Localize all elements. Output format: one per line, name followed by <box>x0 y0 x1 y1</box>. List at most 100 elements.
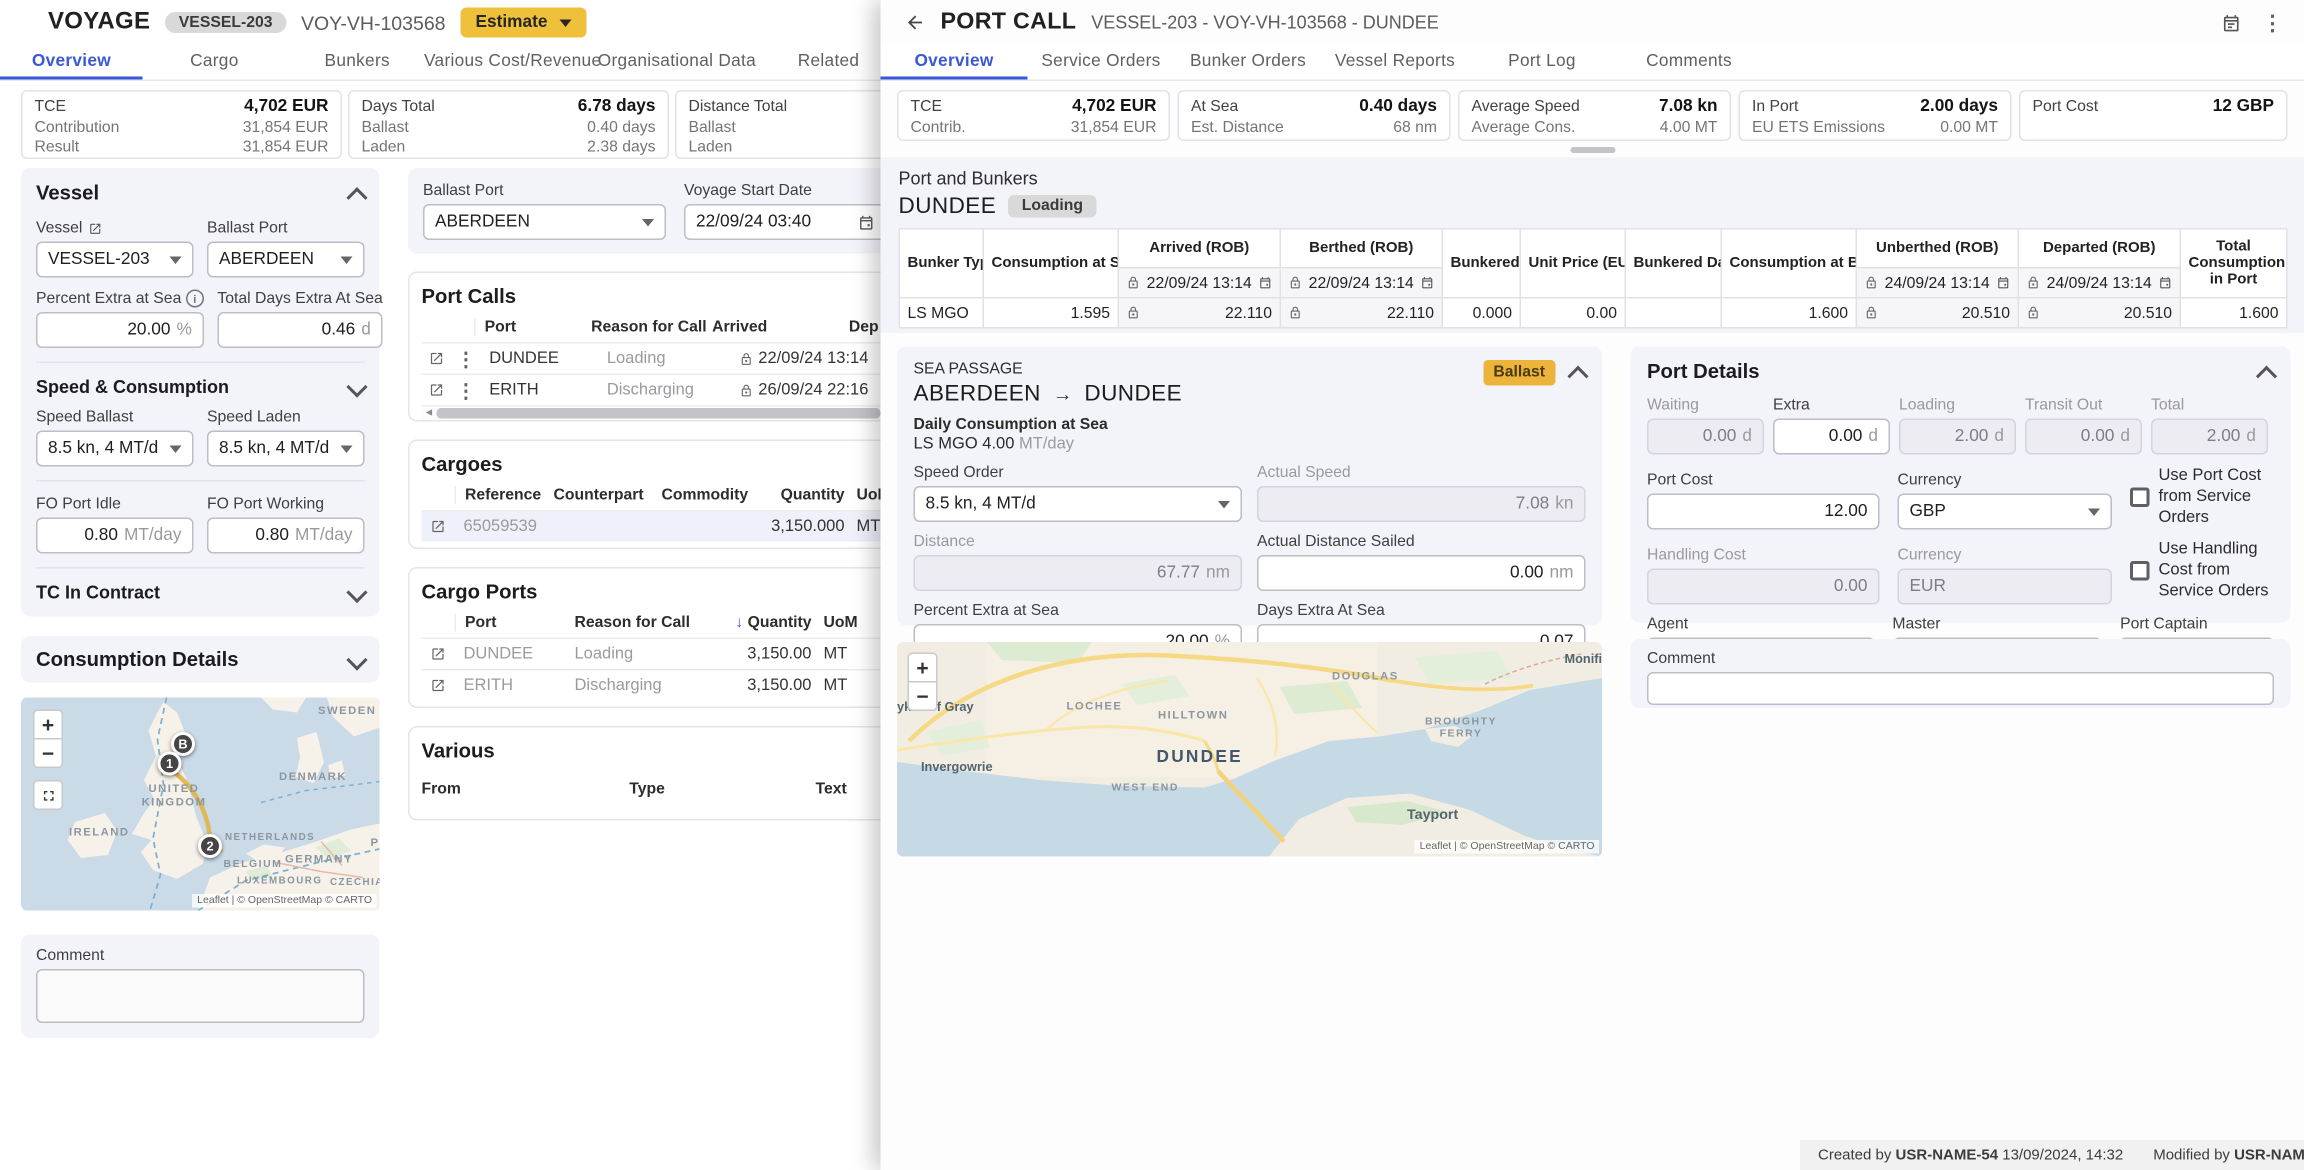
actual-speed-input: 7.08kn <box>1257 486 1586 522</box>
percent-extra-input[interactable]: 20.00% <box>36 312 204 348</box>
row-menu-icon[interactable]: ⋮ <box>452 380 481 400</box>
departed-date-cell[interactable]: 24/09/24 13:14 <box>2018 268 2180 298</box>
tab-overview[interactable]: Overview <box>0 45 143 80</box>
total-days-extra-input[interactable]: 0.46d <box>217 312 382 348</box>
stats-scrollbar-thumb[interactable] <box>1571 147 1616 153</box>
port-call-row[interactable]: ⋮ DUNDEE Loading 22/09/24 13:14 <box>422 342 902 374</box>
lock-icon <box>739 352 753 366</box>
bunkered-date-empty-cell[interactable] <box>1625 298 1721 328</box>
collapse-icon[interactable] <box>346 186 367 207</box>
tab-port-log[interactable]: Port Log <box>1469 45 1616 80</box>
tab-overview[interactable]: Overview <box>881 45 1028 80</box>
open-in-new-icon[interactable] <box>422 519 455 534</box>
chevron-down-icon <box>2088 508 2100 516</box>
actual-distance-input[interactable]: 0.00nm <box>1257 555 1586 591</box>
collapse-icon[interactable] <box>1567 366 1588 387</box>
calendar-icon[interactable] <box>1259 276 1273 290</box>
sea-passage-card: SEA PASSAGE ABERDEEN → DUNDEE Ballast Da… <box>897 347 1602 626</box>
use-handling-cost-checkbox[interactable] <box>2130 562 2150 582</box>
speed-order-select[interactable]: 8.5 kn, 4 MT/d <box>914 486 1243 522</box>
port-call-header: PORT CALL VESSEL-203 - VOY-VH-103568 - D… <box>881 0 2304 45</box>
currency-select[interactable]: GBP <box>1898 494 2113 530</box>
fo-port-working-input[interactable]: 0.80MT/day <box>207 518 365 554</box>
open-in-new-icon[interactable] <box>422 351 452 366</box>
stat-average-speed: Average Speed7.08 kn Average Cons.4.00 M… <box>1458 90 1731 141</box>
bunker-row[interactable]: LS MGO 1.595 22.110 22.110 0.000 0.00 1.… <box>899 298 2287 328</box>
expand-icon[interactable] <box>346 582 367 603</box>
speed-laden-select[interactable]: 8.5 kn, 4 MT/d <box>207 431 365 467</box>
tab-organisational-data[interactable]: Organisational Data <box>597 45 757 80</box>
open-in-new-icon[interactable] <box>422 678 455 693</box>
tab-service-orders[interactable]: Service Orders <box>1028 45 1175 80</box>
map-zoom-in-button[interactable]: + <box>33 710 63 740</box>
unberthed-date-cell[interactable]: 24/09/24 13:14 <box>1856 268 2018 298</box>
map-label-invergowrie: Invergowrie <box>921 759 993 774</box>
port-call-row[interactable]: ⋮ ERITH Discharging 26/09/24 22:16 <box>422 374 902 406</box>
tab-bunker-orders[interactable]: Bunker Orders <box>1175 45 1322 80</box>
more-menu-icon[interactable]: ⋮ <box>2262 12 2283 33</box>
tab-bunkers[interactable]: Bunkers <box>286 45 429 80</box>
tab-comments[interactable]: Comments <box>1616 45 1763 80</box>
use-port-cost-checkbox[interactable] <box>2130 488 2150 508</box>
voyage-route-map[interactable]: SWEDEN DENMARK UNITED KINGDOM IRELAND NE… <box>21 698 380 911</box>
back-arrow-icon[interactable] <box>905 12 926 33</box>
cargo-port-row[interactable]: ERITH Discharging 3,150.00 MT <box>422 669 902 701</box>
map-label-monifieth: Monifie <box>1565 651 1603 666</box>
map-zoom-out-button[interactable]: − <box>908 681 938 711</box>
distance-input: 67.77nm <box>914 555 1243 591</box>
scroll-left-icon[interactable]: ◄ <box>422 408 437 419</box>
calendar-icon[interactable] <box>858 214 875 231</box>
calendar-icon[interactable] <box>1997 276 2011 290</box>
comment-input[interactable] <box>1647 672 2274 705</box>
speed-ballast-select[interactable]: 8.5 kn, 4 MT/d <box>36 431 194 467</box>
col-arrived-rob: Arrived (ROB) <box>1118 229 1280 268</box>
calendar-icon[interactable] <box>2222 13 2242 33</box>
arrived-date-cell[interactable]: 22/09/24 13:14 <box>1118 268 1280 298</box>
tab-cargo[interactable]: Cargo <box>143 45 286 80</box>
ballast-port-select[interactable]: ABERDEEN <box>423 204 666 240</box>
tab-various-cost-revenue[interactable]: Various Cost/Revenue <box>429 45 597 80</box>
vessel-select[interactable]: VESSEL-203 <box>36 242 194 278</box>
ballast-port-select[interactable]: ABERDEEN <box>207 242 365 278</box>
fo-port-idle-input[interactable]: 0.80MT/day <box>36 518 194 554</box>
cargo-port-row[interactable]: DUNDEE Loading 3,150.00 MT <box>422 638 902 670</box>
cargo-row[interactable]: 65059539 3,150.000 MT <box>422 510 902 542</box>
row-menu-icon[interactable]: ⋮ <box>452 349 481 369</box>
voyage-start-date-input[interactable]: 22/09/24 03:40 <box>684 204 887 240</box>
col-quantity-sorted[interactable]: ↓ Quantity <box>713 614 812 632</box>
map-fullscreen-button[interactable] <box>33 780 63 810</box>
collapse-icon[interactable] <box>2256 365 2277 386</box>
map-zoom-out-button[interactable]: − <box>33 738 63 768</box>
lock-icon <box>1865 306 1879 320</box>
total-label: Total <box>2151 396 2268 414</box>
port-call-subtitle: VESSEL-203 - VOY-VH-103568 - DUNDEE <box>1091 12 1438 33</box>
open-in-new-icon[interactable] <box>422 383 452 398</box>
horizontal-scrollbar[interactable]: ◄ <box>422 405 902 420</box>
stat-at-sea: At Sea0.40 days Est. Distance68 nm <box>1178 90 1451 141</box>
tab-related[interactable]: Related <box>757 45 900 80</box>
map-label-luxembourg: LUXEMBOURG <box>237 876 322 887</box>
extra-input[interactable]: 0.00d <box>1773 419 1890 455</box>
port-call-map[interactable]: ykes of Gray LOCHEE HILLTOWN DOUGLAS BRO… <box>897 642 1602 857</box>
expand-icon[interactable] <box>346 376 367 397</box>
map-marker-2[interactable]: 2 <box>198 834 222 858</box>
cargo-ports-title: Cargo Ports <box>422 581 902 604</box>
estimate-button[interactable]: Estimate <box>461 8 587 38</box>
port-cost-label: Port Cost <box>1647 471 1880 489</box>
map-marker-1[interactable]: 1 <box>158 752 182 776</box>
expand-icon[interactable] <box>346 649 367 670</box>
voyage-main-column: Ballast Port ABERDEEN Voyage Start Date … <box>408 168 903 821</box>
map-label-poland: P <box>371 836 380 850</box>
port-cost-input[interactable]: 12.00 <box>1647 494 1880 530</box>
open-in-new-icon[interactable] <box>88 221 102 235</box>
open-in-new-icon[interactable] <box>422 647 455 662</box>
berthed-date-cell[interactable]: 22/09/24 13:14 <box>1280 268 1442 298</box>
map-zoom-in-button[interactable]: + <box>908 653 938 683</box>
comment-textarea[interactable] <box>36 969 365 1023</box>
port-calls-card: Port Calls Port Reason for Call Arrived … <box>408 272 903 422</box>
lock-icon <box>1127 276 1141 290</box>
calendar-icon[interactable] <box>2159 276 2173 290</box>
tab-vessel-reports[interactable]: Vessel Reports <box>1322 45 1469 80</box>
calendar-icon[interactable] <box>1421 276 1435 290</box>
port-call-title: PORT CALL <box>941 9 1077 36</box>
